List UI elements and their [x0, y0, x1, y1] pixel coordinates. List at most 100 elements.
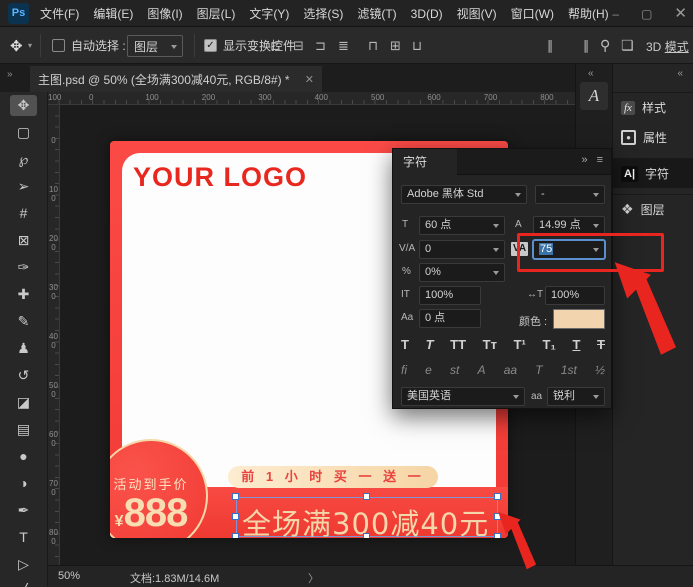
selection-handle[interactable] — [363, 533, 370, 538]
menu-item[interactable]: 文字(Y) — [249, 5, 289, 22]
menu-item[interactable]: 帮助(H) — [568, 5, 609, 22]
align-right-icon[interactable]: ⊐ — [315, 37, 326, 54]
type-tool[interactable]: T — [19, 530, 28, 545]
titling-alternates-button[interactable]: T — [535, 363, 542, 378]
dodge-tool[interactable]: ◑ — [19, 476, 27, 491]
history-brush-tool[interactable]: ↺ — [18, 368, 30, 383]
selection-handle[interactable] — [232, 493, 239, 500]
collapse-dock-icon[interactable]: « — [677, 68, 683, 79]
swash-button[interactable]: A — [478, 363, 486, 378]
close-icon[interactable]: ✕ — [674, 6, 687, 21]
align-center-h-icon[interactable]: ⊟ — [293, 37, 304, 54]
minimize-icon[interactable]: – — [612, 8, 619, 20]
discretionary-ligatures-button[interactable]: st — [450, 363, 459, 378]
selection-handle[interactable] — [232, 533, 239, 538]
distribute-left-icon[interactable]: ∥ — [583, 37, 590, 54]
spot-healing-brush-tool[interactable]: ✚ — [18, 287, 30, 302]
panel-menu-icon[interactable]: ≡ — [597, 154, 603, 166]
menu-item[interactable]: 图像(I) — [147, 5, 182, 22]
language-dropdown[interactable]: 美国英语 — [401, 387, 525, 406]
superscript-button[interactable]: T¹ — [514, 337, 526, 353]
menu-item[interactable]: 图层(L) — [197, 5, 236, 22]
path-selection-tool[interactable]: ▷ — [18, 557, 29, 572]
lasso-tool[interactable]: ℘ — [19, 152, 29, 167]
menu-item[interactable]: 文件(F) — [40, 5, 79, 22]
brush-tool[interactable]: ✎ — [18, 314, 30, 329]
3d-mode-label[interactable]: 3D 模式 — [646, 38, 689, 55]
font-size-dropdown[interactable]: 60 点 — [419, 216, 505, 235]
standard-ligatures-button[interactable]: fi — [401, 363, 407, 378]
panel-collapse-icon[interactable]: » — [581, 154, 587, 166]
styles-panel-button[interactable]: fx样式 — [613, 92, 693, 122]
subscript-button[interactable]: T₁ — [543, 337, 556, 353]
menu-item[interactable]: 滤镜(T) — [357, 5, 396, 22]
rectangular-marquee-tool[interactable]: ▢ — [17, 125, 30, 140]
selection-handle[interactable] — [494, 493, 501, 500]
tab-close-icon[interactable]: ✕ — [305, 73, 314, 86]
frame-tool[interactable]: ⊠ — [18, 233, 30, 248]
blur-tool[interactable]: ● — [19, 449, 27, 464]
zoom-icon[interactable]: ⚲ — [600, 37, 610, 54]
menu-item[interactable]: 编辑(E) — [93, 5, 133, 22]
menu-item[interactable]: 视图(V) — [457, 5, 497, 22]
maximize-icon[interactable]: ▢ — [641, 8, 652, 20]
selected-text-layer[interactable]: 全场满300减40元 — [236, 497, 498, 537]
distribute-h-icon[interactable]: ≣ — [338, 37, 349, 54]
zoom-level-field[interactable]: 50% — [58, 570, 80, 582]
contextual-alternates-button[interactable]: e — [425, 363, 432, 378]
faux-bold-button[interactable]: T — [401, 337, 409, 353]
collapse-panels-icon[interactable]: « — [588, 68, 594, 79]
pen-tool[interactable]: ✒ — [18, 503, 30, 518]
font-family-dropdown[interactable]: Adobe 黑体 Std — [401, 185, 527, 204]
eyedropper-tool[interactable]: ✑ — [18, 260, 30, 275]
menu-item[interactable]: 3D(D) — [411, 7, 443, 21]
menu-item[interactable]: 选择(S) — [303, 5, 343, 22]
chevron-right-icon[interactable]: 〉 — [308, 570, 319, 586]
object-selection-tool[interactable]: ➢ — [18, 179, 30, 194]
horizontal-scale-input[interactable]: 100% — [545, 286, 605, 305]
gradient-tool[interactable]: ▤ — [17, 422, 30, 437]
fractions-button[interactable]: ½ — [595, 363, 605, 378]
toolbar-collapse-icon[interactable]: » — [7, 69, 13, 80]
align-center-v-icon[interactable]: ⊞ — [390, 37, 401, 54]
auto-select-checkbox[interactable] — [52, 39, 65, 52]
proportional-spacing-dropdown[interactable]: 0% — [419, 263, 505, 282]
document-tab[interactable]: 主图.psd @ 50% (全场满300减40元, RGB/8#) * ✕ — [30, 66, 322, 92]
faux-italic-button[interactable]: T — [426, 337, 434, 353]
all-caps-button[interactable]: TT — [450, 337, 466, 353]
anti-alias-dropdown[interactable]: 锐利 — [547, 387, 605, 406]
move-tool-icon[interactable]: ✥ — [10, 27, 23, 64]
baseline-shift-input[interactable]: 0 点 — [419, 309, 481, 328]
show-transform-checkbox[interactable]: ✓ — [204, 39, 217, 52]
move-tool[interactable]: ✥ — [10, 95, 38, 116]
menu-item[interactable]: 窗口(W) — [511, 5, 554, 22]
properties-panel-button[interactable]: ●属性 — [613, 122, 693, 152]
character-panel-tab[interactable]: 字符 — [393, 149, 457, 175]
strikethrough-button[interactable]: T — [597, 337, 605, 353]
align-left-icon[interactable]: ⊏ — [270, 37, 281, 54]
vertical-scale-input[interactable]: 100% — [419, 286, 481, 305]
underline-button[interactable]: T — [572, 337, 580, 353]
selection-handle[interactable] — [363, 493, 370, 500]
selection-handle[interactable] — [232, 513, 239, 520]
align-bottom-icon[interactable]: ⊔ — [412, 37, 422, 54]
clone-stamp-tool[interactable]: ♟ — [17, 341, 30, 356]
color-swatch[interactable] — [553, 309, 605, 329]
screen-mode-icon[interactable]: ❏ — [621, 37, 634, 54]
stylistic-alternates-button[interactable]: aa — [504, 363, 517, 378]
distribute-spacing-icon[interactable]: ∥ — [547, 37, 554, 54]
crop-tool[interactable]: # — [20, 206, 28, 221]
strikethrough-button-label: T — [597, 337, 605, 352]
align-left-icon: ⊏ — [270, 38, 281, 53]
auto-select-target-dropdown[interactable]: 图层 — [127, 35, 183, 57]
small-caps-button[interactable]: Tт — [483, 337, 497, 353]
ordinals-button[interactable]: 1st — [561, 363, 577, 378]
layers-panel-button[interactable]: ❖图层 — [613, 194, 693, 224]
small-caps-button-label: Tт — [483, 337, 497, 352]
character-panel-button[interactable]: A|字符 — [613, 158, 693, 188]
eraser-tool[interactable]: ◪ — [17, 395, 30, 410]
font-style-dropdown[interactable]: - — [535, 185, 605, 204]
glyphs-panel-icon[interactable]: A — [580, 82, 608, 110]
align-top-icon[interactable]: ⊓ — [368, 37, 378, 54]
kerning-dropdown[interactable]: 0 — [419, 240, 505, 259]
